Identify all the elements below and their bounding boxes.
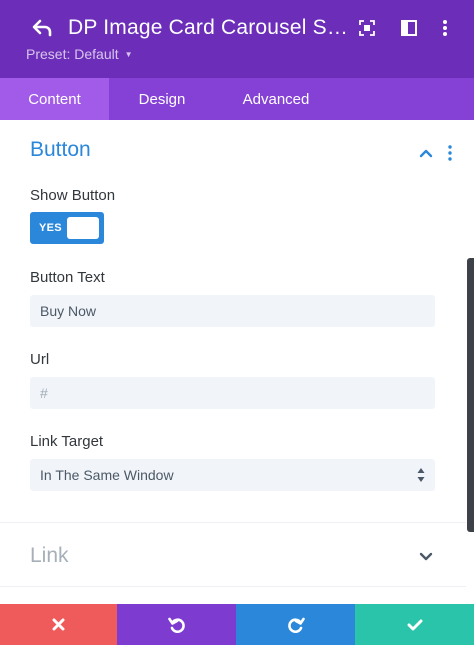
url-label: Url xyxy=(30,351,50,368)
close-icon xyxy=(52,618,65,631)
link-target-value: In The Same Window xyxy=(40,467,174,483)
link-target-select[interactable]: In The Same Window xyxy=(30,459,435,491)
save-button[interactable] xyxy=(355,604,474,645)
expand-button[interactable] xyxy=(354,15,380,41)
button-text-input[interactable] xyxy=(30,295,435,327)
split-view-button[interactable] xyxy=(396,15,422,41)
preset-label: Preset: Default xyxy=(26,46,119,62)
expand-toggle[interactable] xyxy=(415,545,437,567)
cancel-button[interactable] xyxy=(0,604,117,645)
section-options-button[interactable] xyxy=(440,142,460,164)
redo-icon xyxy=(287,617,305,633)
more-vertical-icon xyxy=(448,145,452,161)
settings-tabs: Content Design Advanced xyxy=(0,78,474,120)
button-section-header[interactable]: Button xyxy=(0,132,466,172)
show-button-label: Show Button xyxy=(30,187,116,204)
expand-icon xyxy=(359,20,375,36)
link-section-title[interactable]: Link xyxy=(30,544,69,568)
back-button[interactable] xyxy=(28,14,56,42)
url-input[interactable] xyxy=(30,377,435,409)
undo-icon xyxy=(167,617,185,633)
show-button-toggle[interactable]: YES xyxy=(30,212,104,244)
toggle-state-text: YES xyxy=(39,222,62,234)
button-text-label: Button Text xyxy=(30,269,105,286)
section-divider xyxy=(0,522,466,523)
section-divider xyxy=(0,586,466,587)
action-bar xyxy=(0,604,474,645)
tab-advanced[interactable]: Advanced xyxy=(215,78,337,120)
settings-header: DP Image Card Carousel Settings Preset: … xyxy=(0,0,474,78)
section-title: Button xyxy=(30,138,91,161)
check-icon xyxy=(407,619,422,630)
undo-button[interactable] xyxy=(117,604,236,645)
tab-content[interactable]: Content xyxy=(0,78,109,120)
back-arrow-icon xyxy=(32,19,52,37)
modal-title: DP Image Card Carousel Settings xyxy=(68,16,350,39)
collapse-toggle[interactable] xyxy=(415,142,437,164)
chevron-up-icon xyxy=(419,149,433,157)
toggle-knob xyxy=(67,217,99,239)
select-arrows-icon xyxy=(417,467,425,483)
split-view-icon xyxy=(401,20,417,36)
redo-button[interactable] xyxy=(236,604,355,645)
scrollbar[interactable] xyxy=(467,258,474,532)
chevron-down-icon xyxy=(419,552,433,560)
more-vertical-icon xyxy=(443,20,447,36)
preset-selector[interactable]: Preset: Default ▼ xyxy=(26,46,133,62)
tab-design[interactable]: Design xyxy=(109,78,215,120)
caret-down-icon: ▼ xyxy=(124,49,133,59)
more-options-button[interactable] xyxy=(432,15,458,41)
link-target-label: Link Target xyxy=(30,433,104,450)
